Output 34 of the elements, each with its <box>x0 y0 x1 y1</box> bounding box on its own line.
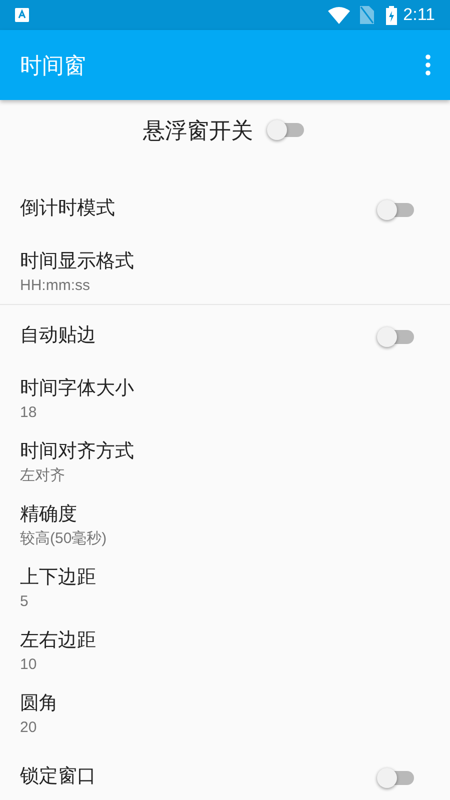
settings-row[interactable]: 上下边距 5 <box>0 557 450 620</box>
setting-title: 左右边距 <box>20 628 97 652</box>
settings-row[interactable]: 圆角 20 <box>0 683 450 746</box>
setting-summary: 5 <box>20 592 30 612</box>
setting-summary: 左对齐 <box>20 466 66 486</box>
setting-title: 时间显示格式 <box>20 250 135 274</box>
setting-title: 自动贴边 <box>20 324 97 348</box>
setting-summary: HH:mm:ss <box>20 276 91 296</box>
setting-summary: 20 <box>20 718 38 738</box>
settings-row[interactable]: 左右边距 10 <box>0 620 450 683</box>
battery-charging-icon <box>386 6 398 24</box>
master-switch-label: 悬浮窗开关 <box>143 116 253 144</box>
settings-row[interactable]: 锁定窗口 <box>0 746 450 800</box>
settings-row[interactable]: 精确度 较高(50毫秒) <box>0 494 450 557</box>
setting-title: 时间字体大小 <box>20 376 135 400</box>
settings-row[interactable]: 时间显示格式 HH:mm:ss <box>0 241 450 304</box>
setting-title: 锁定窗口 <box>20 765 97 790</box>
setting-summary: 18 <box>20 402 38 422</box>
settings-row[interactable]: 时间对齐方式 左对齐 <box>0 431 450 494</box>
settings-row[interactable]: 倒计时模式 <box>0 178 450 241</box>
wifi-icon <box>328 6 350 24</box>
status-time: 2:11 <box>403 4 435 26</box>
no-sim-icon <box>360 6 374 24</box>
app-title: 时间窗 <box>20 52 87 80</box>
setting-summary: 10 <box>20 654 38 674</box>
setting-summary: 较高(50毫秒) <box>20 528 108 548</box>
setting-title: 圆角 <box>20 692 59 716</box>
app-notification-icon <box>15 8 29 22</box>
setting-title: 倒计时模式 <box>20 197 116 222</box>
setting-title: 精确度 <box>20 502 78 526</box>
setting-title: 上下边距 <box>20 566 97 590</box>
settings-row[interactable]: 自动贴边 <box>0 305 450 368</box>
setting-title: 时间对齐方式 <box>20 440 135 464</box>
settings-row[interactable]: 时间字体大小 18 <box>0 368 450 431</box>
